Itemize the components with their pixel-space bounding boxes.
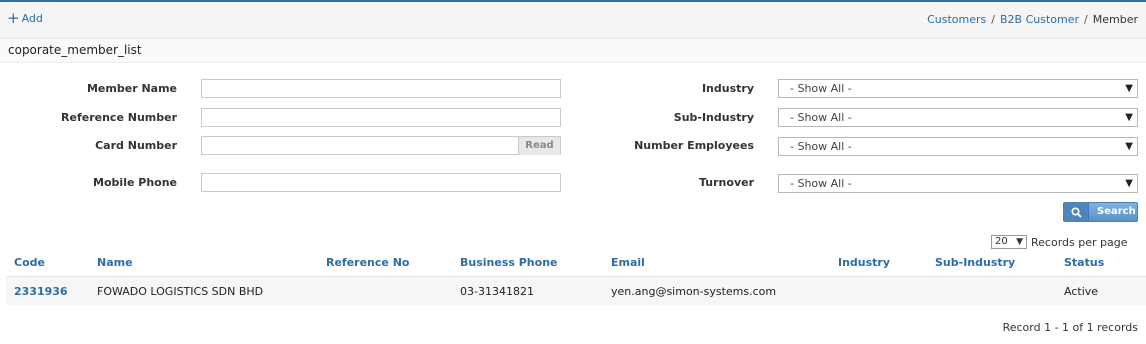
dropdown-arrow-icon: ▼ — [1125, 141, 1133, 152]
read-card-button[interactable]: Read — [518, 137, 560, 155]
search-button[interactable]: Search — [1063, 202, 1138, 222]
breadcrumb-customers[interactable]: Customers — [927, 13, 986, 26]
dropdown-arrow-icon: ▼ — [1125, 83, 1133, 94]
breadcrumb-separator: / — [991, 13, 995, 26]
sub-industry-selected-value: - Show All - — [790, 111, 852, 124]
number-employees-selected-value: - Show All - — [790, 140, 852, 153]
cell-code[interactable]: 2331936 — [14, 285, 68, 298]
breadcrumb: Customers / B2B Customer / Member — [927, 13, 1138, 26]
cell-business-phone: 03-31341821 — [460, 285, 534, 298]
sub-industry-select[interactable]: - Show All - ▼ — [778, 108, 1138, 127]
records-per-page-select[interactable]: 20 ▼ — [991, 235, 1027, 249]
number-employees-select[interactable]: - Show All - ▼ — [778, 137, 1138, 156]
turnover-selected-value: - Show All - — [790, 177, 852, 190]
column-header-status[interactable]: Status — [1064, 256, 1104, 269]
records-per-page-label: Records per page — [1031, 235, 1128, 249]
cell-name: FOWADO LOGISTICS SDN BHD — [97, 285, 264, 298]
column-header-code[interactable]: Code — [14, 256, 45, 269]
breadcrumb-separator: / — [1084, 13, 1088, 26]
dropdown-arrow-icon: ▼ — [1125, 112, 1133, 123]
card-number-label: Card Number — [95, 139, 177, 152]
reference-number-label: Reference Number — [61, 111, 177, 124]
dropdown-arrow-icon: ▼ — [1125, 178, 1133, 189]
search-button-label: Search — [1097, 206, 1136, 217]
add-label: Add — [21, 12, 43, 25]
records-per-page-value: 20 — [995, 236, 1008, 247]
mobile-phone-input[interactable] — [201, 173, 561, 192]
number-employees-label: Number Employees — [634, 139, 754, 152]
cell-status: Active — [1064, 285, 1099, 298]
breadcrumb-b2b-customer[interactable]: B2B Customer — [1000, 13, 1079, 26]
column-header-business-phone[interactable]: Business Phone — [460, 256, 558, 269]
card-number-input[interactable] — [201, 136, 561, 155]
plus-icon: + — [7, 9, 20, 27]
toolbar: + Add Customers / B2B Customer / Member — [0, 2, 1146, 39]
turnover-select[interactable]: - Show All - ▼ — [778, 174, 1138, 193]
column-header-industry[interactable]: Industry — [838, 256, 890, 269]
page-title-bar: coporate_member_list — [0, 39, 1146, 63]
industry-label: Industry — [701, 82, 754, 95]
member-name-label: Member Name — [86, 82, 177, 95]
turnover-label: Turnover — [699, 176, 754, 189]
industry-select[interactable]: - Show All - ▼ — [778, 79, 1138, 98]
mobile-phone-label: Mobile Phone — [93, 176, 177, 189]
member-name-input[interactable] — [201, 79, 561, 98]
column-header-reference-no[interactable]: Reference No — [326, 256, 409, 269]
page-title: coporate_member_list — [8, 43, 142, 57]
dropdown-arrow-icon: ▼ — [1016, 237, 1023, 247]
column-header-email[interactable]: Email — [611, 256, 645, 269]
cell-email: yen.ang@simon-systems.com — [611, 285, 777, 298]
reference-number-input[interactable] — [201, 108, 561, 127]
add-button[interactable]: + Add — [7, 9, 43, 27]
column-header-sub-industry[interactable]: Sub-Industry — [935, 256, 1015, 269]
record-info: Record 1 - 1 of 1 records — [1002, 321, 1138, 334]
sub-industry-label: Sub-Industry — [673, 111, 754, 124]
records-per-page: 20 ▼ Records per page — [991, 235, 1127, 249]
breadcrumb-member: Member — [1092, 13, 1138, 26]
search-icon — [1064, 203, 1089, 221]
industry-selected-value: - Show All - — [790, 82, 852, 95]
column-header-name[interactable]: Name — [97, 256, 133, 269]
